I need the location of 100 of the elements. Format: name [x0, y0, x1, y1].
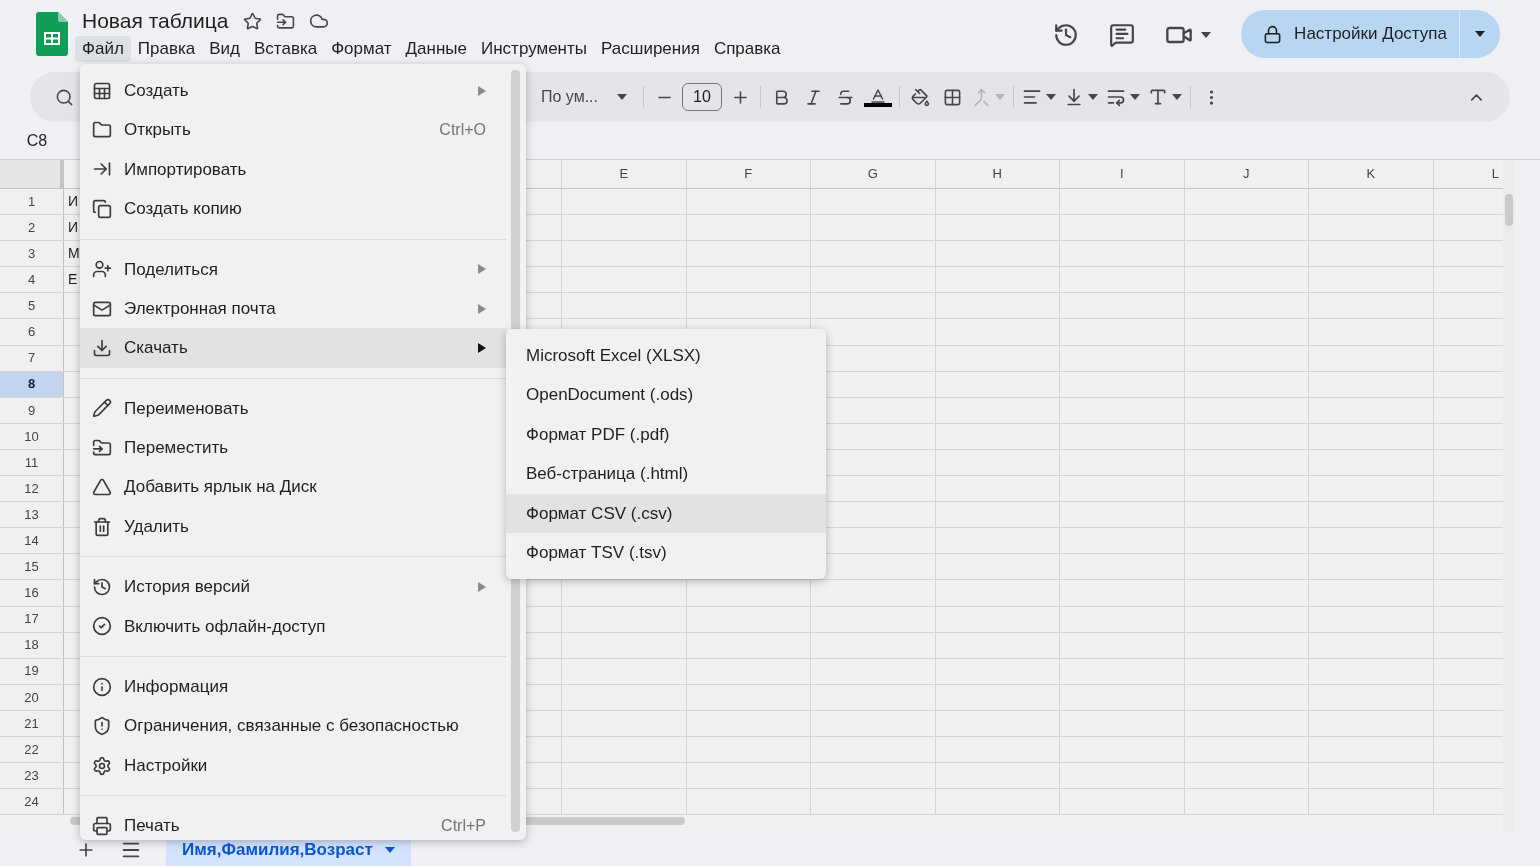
caret-icon: [1172, 94, 1182, 100]
star-icon[interactable]: [242, 11, 262, 31]
column-header[interactable]: E: [619, 164, 629, 184]
menu-item[interactable]: Создать: [80, 71, 506, 111]
caret-icon: [1088, 94, 1098, 100]
row-header[interactable]: 12: [0, 476, 64, 502]
shortcut-text: Ctrl+O: [439, 120, 486, 141]
row-header[interactable]: 10: [0, 423, 64, 449]
menu-bar-item[interactable]: Вид: [202, 36, 247, 62]
submenu-item[interactable]: Microsoft Excel (XLSX): [506, 336, 826, 376]
menu-item[interactable]: Поделиться: [80, 249, 506, 289]
merge-icon: [972, 87, 991, 107]
add-person-icon: [92, 259, 112, 280]
row-header[interactable]: 19: [0, 658, 64, 684]
align-bottom-icon: [1064, 87, 1084, 107]
menu-bar-item[interactable]: Данные: [398, 36, 474, 62]
submenu-item[interactable]: Формат CSV (.csv): [506, 493, 826, 533]
row-header[interactable]: 13: [0, 502, 64, 528]
font-dropdown[interactable]: По ум...: [529, 82, 639, 112]
row-header[interactable]: 2: [0, 215, 64, 241]
row-header[interactable]: 20: [0, 684, 64, 710]
row-header[interactable]: 22: [0, 736, 64, 763]
download-icon: [92, 338, 112, 359]
row-header[interactable]: 24: [0, 789, 64, 815]
align-left-icon: [1022, 87, 1042, 107]
vertical-scrollbar[interactable]: [1505, 194, 1513, 226]
submenu-item[interactable]: Формат TSV (.tsv): [506, 532, 826, 573]
column-header[interactable]: G: [867, 164, 878, 184]
menu-item[interactable]: Настройки: [80, 745, 506, 786]
folder-move-icon[interactable]: [275, 11, 295, 31]
menu-item[interactable]: Электронная почта: [80, 288, 506, 329]
history-icon[interactable]: [1053, 22, 1080, 48]
name-box[interactable]: C8: [0, 128, 74, 153]
menu-item[interactable]: Включить офлайн-доступ: [80, 606, 506, 647]
column-header[interactable]: K: [1366, 164, 1376, 184]
menu-bar-item[interactable]: Расширения: [594, 36, 707, 62]
menu-item[interactable]: Открыть Ctrl+O: [80, 110, 506, 150]
caret-icon: [384, 846, 395, 853]
menu-item[interactable]: Импортировать: [80, 149, 506, 190]
menu-item[interactable]: Ограничения, связанные с безопасностью: [80, 706, 506, 746]
cloud-icon[interactable]: [308, 11, 329, 31]
row-header[interactable]: 1: [0, 189, 64, 215]
menu-bar-item[interactable]: Справка: [706, 36, 788, 62]
row-header[interactable]: 9: [0, 397, 64, 423]
row-header[interactable]: 23: [0, 763, 64, 789]
caret-icon: [617, 94, 627, 100]
comment-icon[interactable]: [1109, 22, 1136, 48]
font-size-field[interactable]: 10: [682, 83, 722, 111]
column-header[interactable]: I: [1119, 164, 1124, 184]
shortcut-text: Ctrl+P: [441, 815, 486, 836]
row-header[interactable]: 21: [0, 710, 64, 736]
history-icon: [92, 577, 112, 597]
row-header[interactable]: 11: [0, 449, 64, 476]
document-title[interactable]: Новая таблица: [82, 5, 229, 37]
row-header[interactable]: 7: [0, 345, 64, 371]
column-header[interactable]: J: [1243, 164, 1250, 184]
lock-icon: [1263, 24, 1283, 44]
row-header[interactable]: 6: [0, 319, 64, 345]
menu-item[interactable]: Удалить: [80, 506, 506, 547]
row-header[interactable]: 16: [0, 580, 64, 606]
row-header[interactable]: 5: [0, 293, 64, 319]
wrap-text-icon: [1106, 87, 1126, 107]
menu-item[interactable]: Переименовать: [80, 388, 506, 429]
row-header[interactable]: 4: [0, 267, 64, 293]
folder-arrow-icon: [92, 437, 112, 458]
menu-item[interactable]: Добавить ярлык на Диск: [80, 467, 506, 507]
caret-icon: [1475, 31, 1485, 37]
submenu-item[interactable]: OpenDocument (.ods): [506, 375, 826, 415]
row-header[interactable]: 17: [0, 606, 64, 632]
check-circle-icon: [92, 616, 112, 637]
menu-bar-item[interactable]: Формат: [324, 36, 399, 62]
menu-item[interactable]: Информация: [80, 667, 506, 707]
row-header[interactable]: 3: [0, 241, 64, 267]
menu-bar-item[interactable]: Правка: [130, 36, 203, 62]
cell-text: И: [68, 218, 79, 238]
row-header[interactable]: 18: [0, 632, 64, 658]
cell-text: И: [68, 192, 79, 212]
submenu-item[interactable]: Формат PDF (.pdf): [506, 414, 826, 455]
printer-icon: [92, 815, 112, 836]
column-header[interactable]: H: [992, 164, 1002, 184]
caret-icon: [1201, 32, 1212, 38]
menu-item[interactable]: Скачать: [80, 328, 506, 368]
row-header[interactable]: 14: [0, 528, 64, 554]
copy-icon: [92, 198, 112, 219]
menu-item[interactable]: Создать копию: [80, 189, 506, 229]
text-rotation-icon: [1148, 87, 1168, 107]
row-header[interactable]: 15: [0, 554, 64, 580]
spreadsheet-logo[interactable]: [36, 12, 68, 56]
caret-icon: [1046, 94, 1056, 100]
submenu-item[interactable]: Веб-страница (.html): [506, 454, 826, 494]
row-header[interactable]: 8: [0, 371, 64, 397]
column-header[interactable]: F: [744, 164, 753, 184]
menu-item[interactable]: Переместить: [80, 428, 506, 468]
menu-bar-item[interactable]: Инструменты: [474, 36, 594, 62]
menu-bar-item[interactable]: Файл: [75, 36, 131, 62]
menu-bar-item[interactable]: Вставка: [247, 36, 325, 62]
caret-icon: [1130, 94, 1140, 100]
menu-item[interactable]: История версий: [80, 567, 506, 607]
share-button[interactable]: Настройки Доступа: [1241, 10, 1459, 58]
column-header[interactable]: L: [1491, 164, 1499, 184]
